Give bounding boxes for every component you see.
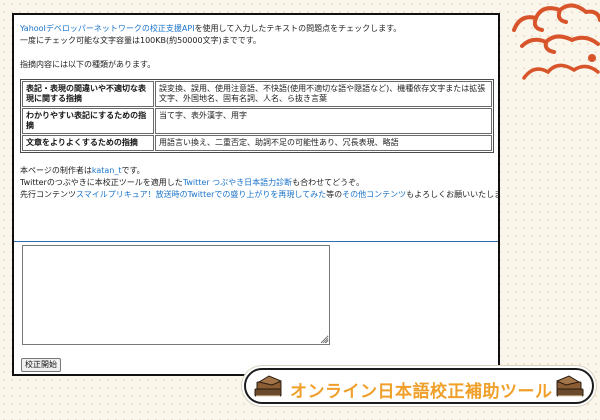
kind-name: わかりやすい表記にするための指摘: [22, 108, 154, 134]
intro-section: YahooIデベロッパーネットワークの校正支援APIを使用して入力したテキストの…: [20, 23, 498, 201]
start-proofreading-button[interactable]: 校正開始: [21, 358, 61, 372]
more-prefix: 先行コンテンツ: [20, 190, 76, 199]
intro-line-2: 一度にチェック可能な文字容量は100KB(約50000文字)までです。: [20, 36, 261, 45]
intro-line-3: 指摘内容には以下の種類があります。: [20, 60, 156, 69]
books-icon: [254, 375, 283, 397]
section-divider: [14, 241, 498, 242]
banner-title: オンライン日本語校正補助ツール: [290, 382, 553, 402]
cloud-decoration-icon: [522, 63, 600, 80]
resize-grip-icon[interactable]: [322, 337, 329, 344]
twitter-diagnosis-link[interactable]: Twitter つぶやき日本語力診断: [183, 178, 292, 187]
twitter-prefix: Twitterのつぶやきに本校正ツールを適用した: [20, 178, 183, 187]
table-row: 文章をよりよくするための指摘 用語言い換え、二重否定、助詞不足の可能性あり、冗長…: [22, 135, 492, 151]
twitter-line: Twitterのつぶやきに本校正ツールを適用したTwitter つぶやき日本語力…: [20, 177, 494, 189]
table-row: 表記・表現の間違いや不適切な表現に関する指摘 誤変換、誤用、使用注意語、不快語(…: [22, 81, 492, 107]
kind-name: 文章をよりよくするための指摘: [22, 135, 154, 151]
twitter-suffix: も合わせてどうぞ。: [292, 178, 365, 187]
author-prefix: 本ページの制作者は: [20, 166, 92, 175]
other-contents-link[interactable]: その他コンテンツ: [342, 190, 406, 199]
indication-kinds-table: 表記・表現の間違いや不適切な表現に関する指摘 誤変換、誤用、使用注意語、不快語(…: [20, 79, 494, 153]
intro-line-1: YahooIデベロッパーネットワークの校正支援APIを使用して入力したテキストの…: [20, 23, 494, 35]
kind-detail: 当て字、表外漢字、用字: [155, 108, 492, 134]
intro-line-1-text: を使用して入力したテキストの問題点をチェックします。: [194, 24, 402, 33]
more-middle: 等の: [326, 190, 343, 199]
kind-detail: 用語言い換え、二重否定、助詞不足の可能性あり、冗長表現、略語: [155, 135, 492, 151]
kind-name: 表記・表現の間違いや不適切な表現に関する指摘: [22, 81, 154, 107]
table-row: わかりやすい表記にするための指摘 当て字、表外漢字、用字: [22, 108, 492, 134]
precure-content-link[interactable]: スマイルプリキュア！放送時のTwitterでの盛り上がりを再現してみた: [76, 190, 326, 199]
more-suffix: もよろしくお願いいたします。: [406, 190, 498, 199]
title-banner: オンライン日本語校正補助ツール: [244, 368, 594, 404]
main-panel: YahooIデベロッパーネットワークの校正支援APIを使用して入力したテキストの…: [12, 13, 500, 376]
books-icon: [555, 375, 584, 397]
author-suffix: です。: [121, 166, 145, 175]
more-content-line: 先行コンテンツスマイルプリキュア！放送時のTwitterでの盛り上がりを再現して…: [20, 189, 498, 201]
author-line: 本ページの制作者はkatan_tです。: [20, 165, 494, 177]
text-input-area[interactable]: [22, 245, 330, 345]
kind-detail: 誤変換、誤用、使用注意語、不快語(使用不適切な語や隠語など)、機種依存文字または…: [155, 81, 492, 107]
yahoo-api-link[interactable]: YahooIデベロッパーネットワークの校正支援API: [20, 24, 195, 33]
author-link[interactable]: katan_t: [92, 166, 122, 175]
